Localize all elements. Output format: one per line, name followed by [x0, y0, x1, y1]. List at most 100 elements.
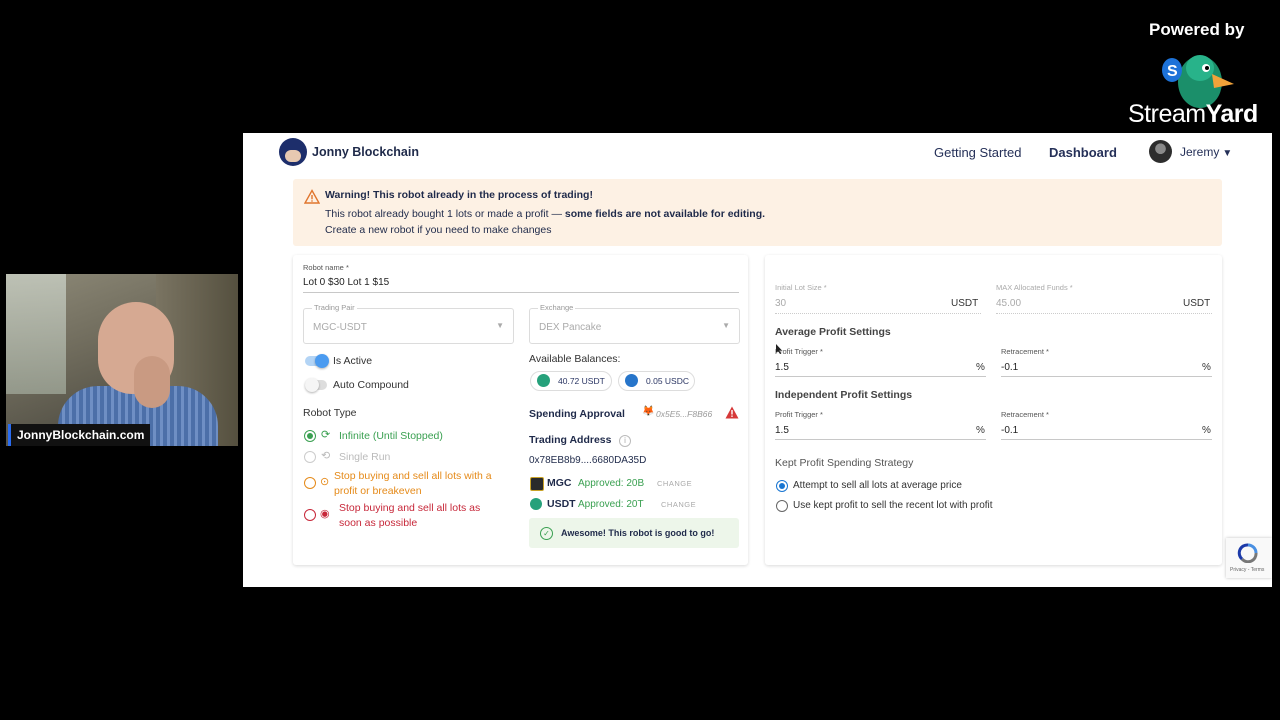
profit-settings-card: Initial Lot Size * 30 USDT MAX Allocated…	[765, 255, 1222, 565]
trading-pair-select[interactable]: Trading Pair MGC-USDT ▼	[303, 303, 514, 344]
trading-app-window: Jonny Blockchain Getting Started Dashboa…	[243, 133, 1272, 587]
warning-triangle-icon	[304, 189, 320, 204]
usdt-change-button[interactable]: CHANGE	[661, 500, 696, 509]
robot-name-underline	[303, 292, 739, 293]
usdt-token-name: USDT	[547, 498, 576, 510]
robot-type-infinite-label: Infinite (Until Stopped)	[339, 430, 443, 442]
caret-down-icon: ▼	[1222, 148, 1233, 159]
ind-retracement-label: Retracement *	[1001, 410, 1049, 419]
webcam-person-hand	[134, 356, 170, 408]
svg-text:S: S	[1167, 63, 1178, 80]
webcam-window-bg	[6, 274, 66, 394]
initial-lot-unit: USDT	[951, 298, 979, 309]
avg-trigger-input[interactable]: 1.5	[775, 362, 789, 373]
user-menu[interactable]: Jeremy ▼	[1180, 145, 1232, 159]
stop-target-icon: ⊙	[320, 476, 330, 488]
robot-name-input[interactable]: Lot 0 $30 Lot 1 $15	[303, 277, 389, 288]
user-avatar[interactable]	[1149, 140, 1172, 163]
ind-trigger-underline	[775, 439, 986, 440]
auto-compound-label: Auto Compound	[333, 379, 409, 391]
usdt-balance-chip: 40.72 USDT	[530, 371, 612, 391]
ind-trigger-label: Profit Trigger *	[775, 410, 823, 419]
streamyard-wordmark: StreamYard	[1128, 100, 1258, 128]
usdt-token-icon	[530, 498, 542, 510]
webcam-video: JonnyBlockchain.com	[6, 274, 238, 446]
success-message: Awesome! This robot is good to go!	[561, 528, 715, 538]
robot-name-label: Robot name *	[303, 263, 349, 272]
robot-type-label: Robot Type	[303, 407, 357, 419]
top-navigation: Jonny Blockchain Getting Started Dashboa…	[243, 133, 1272, 173]
kept-profit-average-radio[interactable]	[776, 480, 788, 492]
usdt-icon	[537, 374, 550, 387]
loop-icon: ⟳	[321, 429, 331, 441]
nav-dashboard[interactable]: Dashboard	[1049, 145, 1117, 160]
robot-type-single-run-label: Single Run	[339, 451, 391, 463]
powered-by-text: Powered by	[1149, 20, 1245, 39]
recaptcha-links[interactable]: Privacy - Terms	[1230, 567, 1264, 573]
ind-retracement-underline	[1001, 439, 1212, 440]
history-icon: ⟲	[321, 450, 331, 462]
robot-type-sell-profit-radio[interactable]	[304, 477, 316, 489]
avg-trigger-label: Profit Trigger *	[775, 347, 823, 356]
robot-type-sell-profit-label: Stop buying and sell all lots with a pro…	[334, 470, 492, 497]
robot-type-sell-asap-radio[interactable]	[304, 509, 316, 521]
trading-address-label: Trading Address	[529, 434, 612, 446]
robot-type-infinite-radio[interactable]	[304, 430, 316, 442]
initial-lot-underline	[775, 312, 981, 314]
usdc-icon	[625, 374, 638, 387]
nav-getting-started[interactable]: Getting Started	[934, 145, 1021, 160]
is-active-label: Is Active	[333, 355, 373, 367]
kept-profit-title: Kept Profit Spending Strategy	[775, 457, 914, 469]
spending-approval-label: Spending Approval	[529, 408, 625, 420]
brand-logo-icon[interactable]	[279, 138, 307, 166]
avg-retracement-input[interactable]: -0.1	[1001, 362, 1018, 373]
success-banner: ✓ Awesome! This robot is good to go!	[529, 518, 739, 548]
avg-retracement-label: Retracement *	[1001, 347, 1049, 356]
auto-compound-toggle[interactable]	[305, 378, 327, 392]
stop-alert-icon: ◉	[320, 508, 330, 520]
avg-trigger-underline	[775, 376, 986, 377]
initial-lot-input[interactable]: 30	[775, 298, 786, 309]
usdt-approved-amount: Approved: 20T	[578, 499, 644, 510]
mgc-token-icon	[530, 477, 544, 491]
mgc-token-name: MGC	[547, 477, 572, 489]
trading-address-value[interactable]: 0x78EB8b9....6680DA35D	[529, 455, 646, 466]
spending-approval-address[interactable]: 0x5E5...F8B66	[656, 409, 712, 419]
avg-retracement-underline	[1001, 376, 1212, 377]
kept-profit-recent-label: Use kept profit to sell the recent lot w…	[793, 500, 993, 511]
independent-profit-title: Independent Profit Settings	[775, 389, 913, 401]
avg-trigger-percent: %	[976, 362, 985, 373]
mgc-change-button[interactable]: CHANGE	[657, 479, 692, 488]
balances-label: Available Balances:	[529, 353, 621, 365]
ind-retracement-percent: %	[1202, 425, 1211, 436]
warning-title: Warning! This robot already in the proce…	[325, 189, 593, 201]
recaptcha-icon	[1237, 543, 1258, 563]
usdc-balance-chip: 0.05 USDC	[618, 371, 695, 391]
max-funds-unit: USDT	[1183, 298, 1211, 309]
average-profit-title: Average Profit Settings	[775, 326, 891, 338]
kept-profit-recent-radio[interactable]	[776, 500, 788, 512]
streamyard-branding: Powered by S StreamYard	[1120, 14, 1280, 134]
brand-name[interactable]: Jonny Blockchain	[312, 145, 419, 159]
robot-type-single-run-radio[interactable]	[304, 451, 316, 463]
ind-trigger-percent: %	[976, 425, 985, 436]
is-active-toggle[interactable]	[305, 354, 329, 368]
dropdown-arrow-icon: ▼	[496, 321, 504, 330]
webcam-name-tag: JonnyBlockchain.com	[8, 424, 151, 446]
ind-retracement-input[interactable]: -0.1	[1001, 425, 1018, 436]
max-funds-underline	[996, 312, 1212, 314]
warning-hint: Create a new robot if you need to make c…	[325, 224, 552, 236]
metamask-fox-icon: 🦊	[642, 406, 655, 417]
warning-banner: Warning! This robot already in the proce…	[293, 179, 1222, 246]
max-funds-input[interactable]: 45.00	[996, 298, 1021, 309]
dropdown-arrow-icon: ▼	[722, 321, 730, 330]
max-funds-label: MAX Allocated Funds *	[996, 283, 1073, 292]
robot-type-sell-asap-label: Stop buying and sell all lots as soon as…	[339, 502, 481, 529]
kept-profit-average-label: Attempt to sell all lots at average pric…	[793, 480, 962, 491]
check-circle-icon: ✓	[540, 527, 553, 540]
info-icon[interactable]: i	[619, 435, 631, 447]
recaptcha-badge[interactable]: Privacy - Terms	[1226, 538, 1272, 578]
ind-trigger-input[interactable]: 1.5	[775, 425, 789, 436]
initial-lot-label: Initial Lot Size *	[775, 283, 827, 292]
exchange-select[interactable]: Exchange DEX Pancake ▼	[529, 303, 740, 344]
